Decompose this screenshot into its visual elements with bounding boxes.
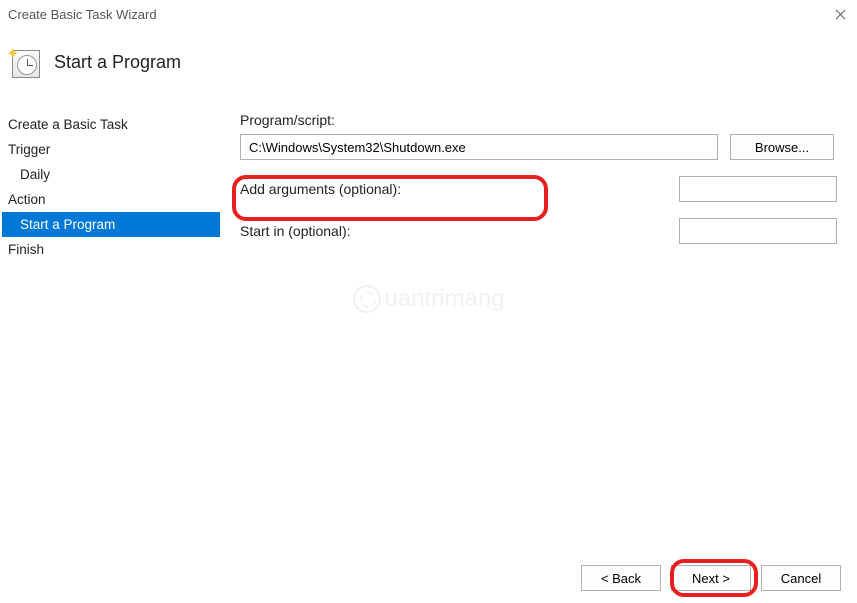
sidebar-item-create-basic-task[interactable]: Create a Basic Task <box>2 112 220 137</box>
program-script-group: Program/script: Browse... <box>240 112 837 160</box>
sidebar-item-trigger[interactable]: Trigger <box>2 137 220 162</box>
wizard-header: ✦ Start a Program <box>0 28 857 98</box>
titlebar: Create Basic Task Wizard <box>0 0 857 28</box>
arguments-input[interactable] <box>679 176 837 202</box>
sidebar-item-action[interactable]: Action <box>2 187 220 212</box>
wizard-footer: < Back Next > Cancel <box>581 565 841 591</box>
program-script-input[interactable] <box>240 134 718 160</box>
content-area: Create a Basic Task Trigger Daily Action… <box>0 98 857 565</box>
wizard-sidebar: Create a Basic Task Trigger Daily Action… <box>0 112 220 565</box>
sidebar-item-daily[interactable]: Daily <box>2 162 220 187</box>
main-panel: Program/script: Browse... Add arguments … <box>220 112 857 565</box>
sidebar-item-start-a-program[interactable]: Start a Program <box>2 212 220 237</box>
cancel-button[interactable]: Cancel <box>761 565 841 591</box>
window-title: Create Basic Task Wizard <box>8 7 157 22</box>
program-script-label: Program/script: <box>240 112 837 128</box>
startin-group: Start in (optional): <box>240 218 837 244</box>
startin-input[interactable] <box>679 218 837 244</box>
startin-label: Start in (optional): <box>240 223 351 239</box>
close-icon <box>835 9 846 20</box>
arguments-group: Add arguments (optional): <box>240 176 837 202</box>
close-button[interactable] <box>833 7 847 21</box>
next-button[interactable]: Next > <box>671 565 751 591</box>
sidebar-item-finish[interactable]: Finish <box>2 237 220 262</box>
wizard-icon: ✦ <box>8 46 40 78</box>
browse-button[interactable]: Browse... <box>730 134 834 160</box>
back-button[interactable]: < Back <box>581 565 661 591</box>
arguments-label: Add arguments (optional): <box>240 181 401 197</box>
wizard-title: Start a Program <box>54 52 181 73</box>
